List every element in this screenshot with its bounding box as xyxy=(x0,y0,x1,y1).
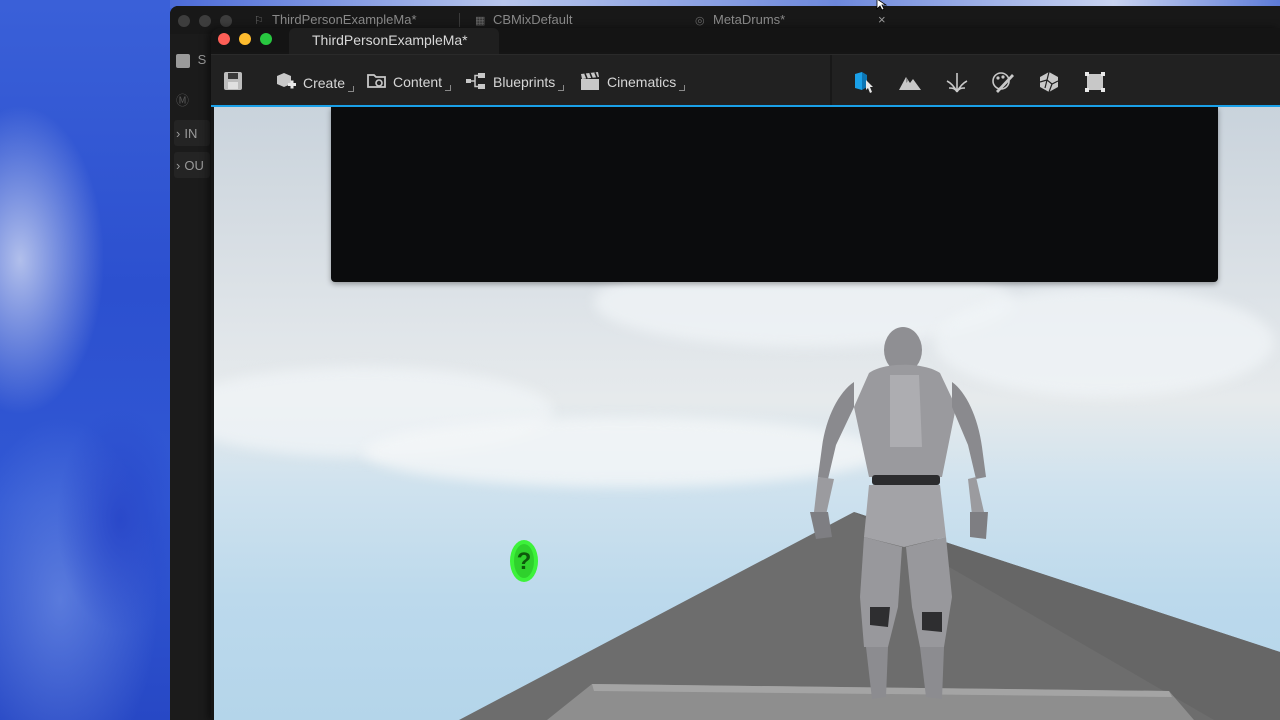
landscape-mode-icon[interactable] xyxy=(897,69,923,95)
bg-tab-label: ThirdPersonExampleMa* xyxy=(272,12,417,27)
mesh-paint-mode-icon[interactable] xyxy=(990,69,1016,95)
question-marker-icon[interactable]: ? xyxy=(509,539,539,583)
close-window-button[interactable] xyxy=(218,33,230,45)
chevron-down-icon xyxy=(348,85,355,92)
bg-side-label: OU xyxy=(184,158,204,173)
bg-inputs-row[interactable]: › IN xyxy=(176,126,197,141)
bg-tab-label: MetaDrums* xyxy=(713,12,786,27)
bg-zoom-dot[interactable] xyxy=(220,15,232,27)
bg-tab-metadrums[interactable]: ◎ MetaDrums* xyxy=(695,12,785,27)
select-mode-icon[interactable] xyxy=(851,69,877,95)
level-icon: ⚐ xyxy=(254,15,264,27)
chevron-right-icon: › xyxy=(176,126,181,141)
fracture-mode-icon[interactable] xyxy=(1036,69,1062,95)
blueprints-button[interactable]: Blueprints xyxy=(465,71,565,93)
bg-unreal-logo-icon: Ⓜ xyxy=(176,93,190,108)
content-browser-icon xyxy=(367,74,386,88)
blueprints-label: Blueprints xyxy=(493,73,556,90)
zoom-window-button[interactable] xyxy=(260,33,272,45)
background-side-panel: S Ⓜ › IN › OU xyxy=(170,34,212,720)
minimize-window-button[interactable] xyxy=(239,33,251,45)
chevron-down-icon xyxy=(445,84,452,91)
chevron-right-icon: › xyxy=(176,158,181,173)
main-toolbar: Create Content Blueprints Cinematics xyxy=(211,54,1280,107)
cinematics-label: Cinematics xyxy=(607,73,677,90)
viewport-overlay-panel xyxy=(331,107,1218,282)
save-button[interactable] xyxy=(223,71,243,96)
create-button[interactable]: Create xyxy=(275,71,355,93)
bg-tab-cbmix[interactable]: ▦ CBMixDefault xyxy=(475,12,572,27)
bg-tab-label: CBMixDefault xyxy=(493,12,573,27)
level-viewport[interactable]: ? xyxy=(214,107,1280,720)
brush-edit-mode-icon[interactable] xyxy=(1082,69,1108,95)
bg-close-dot[interactable] xyxy=(178,15,190,27)
clapperboard-icon xyxy=(581,72,599,90)
save-icon xyxy=(176,53,190,68)
chevron-down-icon xyxy=(679,84,686,91)
blueprints-icon xyxy=(466,73,485,89)
tab-separator xyxy=(459,13,460,27)
content-label: Content xyxy=(393,73,443,90)
create-cube-plus-icon xyxy=(277,73,296,89)
bg-side-label: IN xyxy=(184,126,198,141)
save-icon xyxy=(224,72,242,90)
bg-outputs-row[interactable]: › OU xyxy=(176,158,204,173)
bg-minimize-dot[interactable] xyxy=(199,15,211,27)
cinematics-button[interactable]: Cinematics xyxy=(579,71,686,93)
content-button[interactable]: Content xyxy=(367,71,452,93)
metasound-icon: ◎ xyxy=(695,15,705,27)
bg-tab-level[interactable]: ⚐ ThirdPersonExampleMa* xyxy=(254,12,417,27)
bg-side-label: S xyxy=(197,52,207,67)
level-editor-window[interactable]: ThirdPersonExampleMa* Create Content Blu… xyxy=(211,28,1280,720)
asset-icon: ▦ xyxy=(475,15,486,27)
bg-save-row[interactable]: S xyxy=(176,52,206,68)
title-bar: ThirdPersonExampleMa* xyxy=(211,28,1280,54)
mouse-cursor-icon xyxy=(876,0,888,16)
chevron-down-icon xyxy=(558,84,565,91)
toolbar-divider xyxy=(830,55,832,107)
create-label: Create xyxy=(303,74,346,91)
foliage-mode-icon[interactable] xyxy=(944,69,970,95)
window-title: ThirdPersonExampleMa* xyxy=(312,32,468,48)
question-glyph: ? xyxy=(517,548,532,575)
